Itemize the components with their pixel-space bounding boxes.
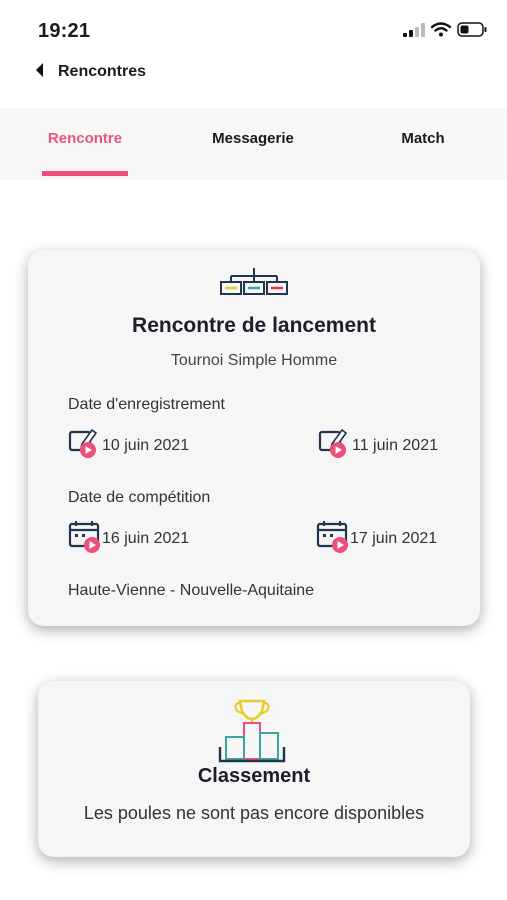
encounter-title: Rencontre de lancement [132,314,376,337]
registration-end-date: 11 juin 2021 [318,426,438,465]
status-time: 19:21 [38,20,91,42]
competition-end-text: 17 juin 2021 [350,529,438,547]
ranking-title: Classement [197,765,311,787]
tab-bar: Rencontre Messagerie Match [0,108,507,180]
back-label: Rencontres [58,63,147,80]
registration-end-text: 11 juin 2021 [352,436,438,454]
ranking-card[interactable]: Classement Les poules ne sont pas encore… [38,681,470,857]
location-text: Haute-Vienne - Nouvelle-Aquitaine [68,582,315,599]
registration-start-text: 10 juin 2021 [102,436,190,454]
competition-end-date: 17 juin 2021 [316,519,437,558]
competition-start-text: 16 juin 2021 [102,529,190,547]
competition-date-label: Date de compétition [68,489,211,506]
ranking-message: Les poules ne sont pas encore disponible… [83,803,425,823]
back-button[interactable]: Rencontres [0,62,146,83]
tab-messagerie[interactable]: Messagerie [200,130,306,147]
competition-start-date: 16 juin 2021 [68,519,189,558]
encounter-subtitle: Tournoi Simple Homme [170,352,338,369]
calendar-icon [68,519,102,558]
calendar-icon [316,519,350,558]
edit-calendar-icon [68,426,102,465]
tab-rencontre[interactable]: Rencontre [42,130,128,147]
edit-calendar-icon [318,426,352,465]
wifi-icon [430,22,452,42]
encounter-card[interactable]: Rencontre de lancement Tournoi Simple Ho… [28,250,480,626]
tab-match[interactable]: Match [388,130,458,147]
signal-icon [403,22,425,42]
nav-bar: Rencontres [0,52,507,92]
active-tab-indicator [42,171,128,176]
registration-date-label: Date d'enregistrement [68,396,225,413]
status-bar: 19:21 [0,0,507,50]
status-icons [403,22,487,42]
battery-icon [457,22,487,42]
registration-start-date: 10 juin 2021 [68,426,189,465]
chevron-left-icon [34,62,44,83]
podium-trophy-icon [218,697,286,770]
tournament-bracket-icon [219,268,289,303]
